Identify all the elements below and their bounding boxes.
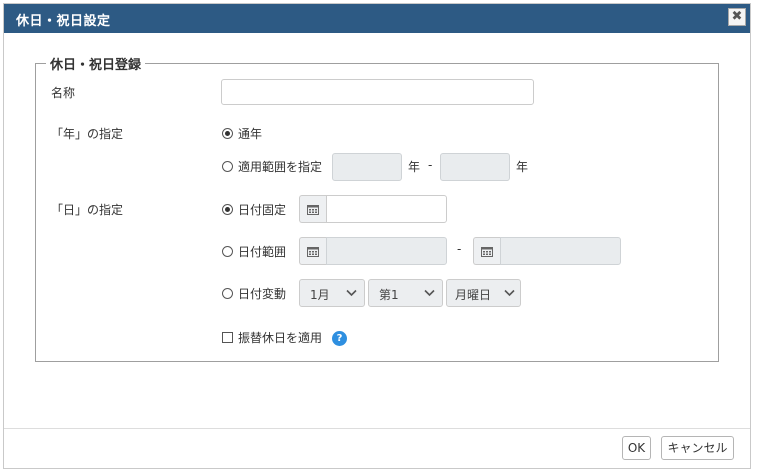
dialog-titlebar: 休日・祝日設定 ✖ <box>4 4 750 33</box>
group-legend: 休日・祝日登録 <box>50 58 142 73</box>
variable-week-select[interactable]: 第1 <box>368 279 443 307</box>
name-label: 名称 <box>51 86 76 100</box>
close-button[interactable]: ✖ <box>728 8 746 26</box>
day-range-radio[interactable] <box>222 246 233 257</box>
year-unit-from: 年 <box>408 160 421 174</box>
substitute-holiday-label: 振替休日を適用 <box>238 331 323 345</box>
year-range-radio[interactable] <box>222 161 233 172</box>
fixed-date-input[interactable] <box>326 195 447 223</box>
year-all-label: 通年 <box>238 127 263 141</box>
year-spec-label: 「年」の指定 <box>51 127 124 141</box>
day-spec-label: 「日」の指定 <box>51 203 124 217</box>
variable-weekday-value: 月曜日 <box>455 288 492 302</box>
year-range-dash: - <box>428 158 433 172</box>
day-fixed-label: 日付固定 <box>238 203 287 217</box>
fixed-date-calendar-button[interactable] <box>299 195 326 223</box>
year-from-input[interactable] <box>332 153 402 181</box>
holiday-settings-dialog: 休日・祝日設定 ✖ 休日・祝日登録 名称 「年」の指定 通年 適用範囲を指定 年… <box>3 3 751 469</box>
variable-week-value: 第1 <box>379 288 399 302</box>
range-to-input[interactable] <box>500 237 621 265</box>
calendar-icon <box>307 205 319 215</box>
ok-button[interactable]: OK <box>622 436 651 460</box>
year-unit-to: 年 <box>516 160 529 174</box>
close-icon: ✖ <box>731 9 743 24</box>
year-all-radio[interactable] <box>222 128 233 139</box>
chevron-down-icon <box>346 289 357 297</box>
range-from-input[interactable] <box>326 237 447 265</box>
chevron-down-icon <box>424 289 435 297</box>
footer-divider <box>4 428 750 429</box>
day-fixed-radio[interactable] <box>222 204 233 215</box>
day-variable-radio[interactable] <box>222 288 233 299</box>
day-range-dash: - <box>457 242 462 256</box>
variable-weekday-select[interactable]: 月曜日 <box>446 279 521 307</box>
range-from-calendar-button[interactable] <box>299 237 326 265</box>
name-input[interactable] <box>221 79 534 105</box>
substitute-holiday-checkbox[interactable] <box>222 332 233 343</box>
calendar-icon <box>307 247 319 257</box>
day-range-label: 日付範囲 <box>238 245 287 259</box>
dialog-title: 休日・祝日設定 <box>16 14 111 29</box>
year-to-input[interactable] <box>440 153 510 181</box>
help-icon[interactable]: ? <box>332 331 347 346</box>
variable-month-select[interactable]: 1月 <box>299 279 365 307</box>
variable-month-value: 1月 <box>310 288 330 302</box>
day-variable-label: 日付変動 <box>238 287 287 301</box>
year-range-label: 適用範囲を指定 <box>238 160 323 174</box>
range-to-calendar-button[interactable] <box>473 237 500 265</box>
calendar-icon <box>481 247 493 257</box>
chevron-down-icon <box>504 289 515 297</box>
cancel-button[interactable]: キャンセル <box>661 436 734 460</box>
